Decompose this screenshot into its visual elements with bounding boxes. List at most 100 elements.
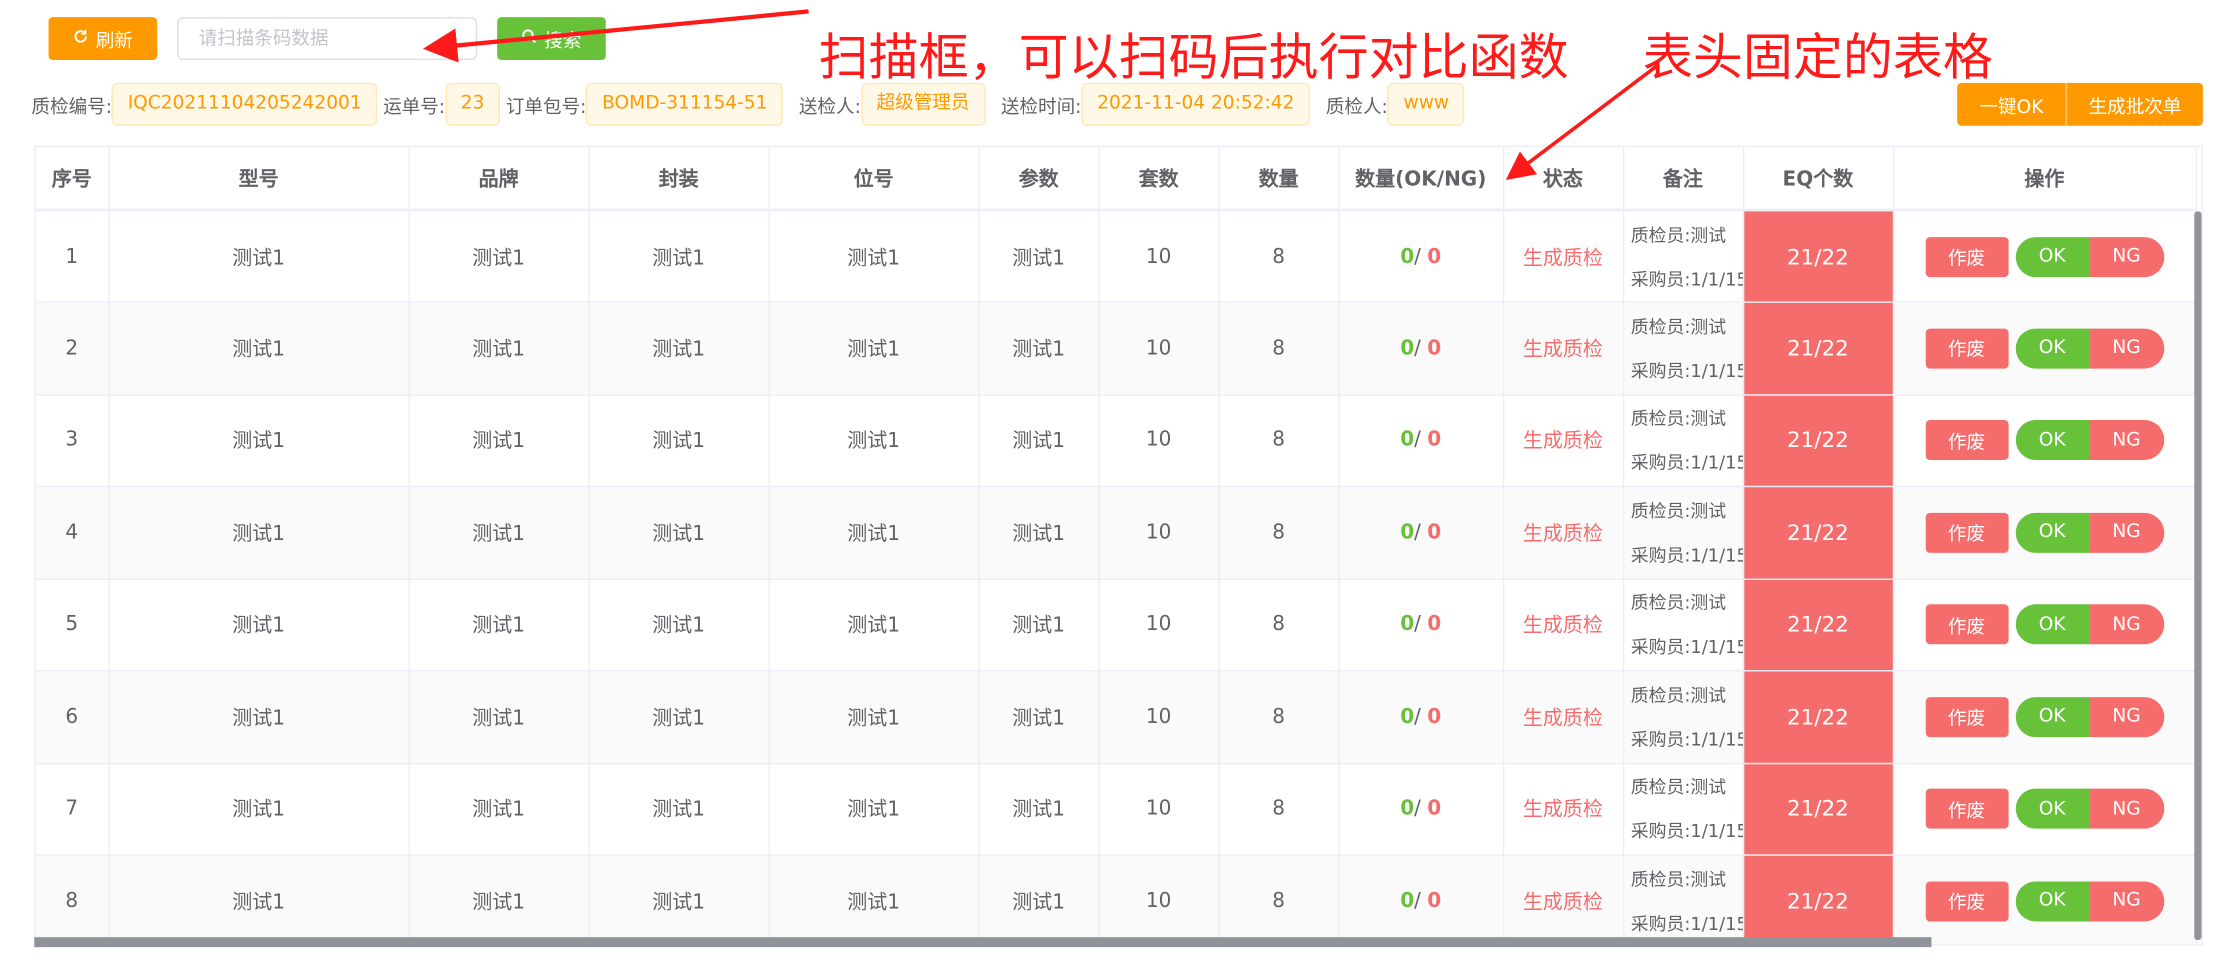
cell-status: 生成质检 bbox=[1502, 670, 1624, 764]
cell-eq-count: 21/22 bbox=[1742, 855, 1894, 945]
cell-note: 质检员:测试 采购员:1/1/15 bbox=[1622, 578, 1744, 672]
batch-actions: 一键OK 生成批次单 bbox=[1957, 82, 2203, 126]
search-button[interactable]: 搜索 bbox=[497, 17, 606, 61]
status-link[interactable]: 生成质检 bbox=[1523, 615, 1603, 638]
status-link[interactable]: 生成质检 bbox=[1523, 523, 1603, 546]
void-button[interactable]: 作废 bbox=[1925, 328, 2008, 369]
ng-button[interactable]: NG bbox=[2089, 788, 2164, 829]
cell-note: 质检员:测试 采购员:1/1/15 bbox=[1622, 486, 1744, 580]
column-header: 参数 bbox=[978, 147, 1100, 212]
cell-model: 测试1 bbox=[108, 302, 410, 396]
ok-ng-separator: / bbox=[1414, 245, 1421, 268]
status-link[interactable]: 生成质检 bbox=[1523, 246, 1603, 269]
ok-button[interactable]: OK bbox=[2015, 512, 2090, 553]
ok-button[interactable]: OK bbox=[2015, 328, 2090, 369]
cell-operations: 作废 OK NG bbox=[1892, 578, 2197, 672]
cell-param: 测试1 bbox=[978, 578, 1100, 672]
cell-ok-ng: 0/ 0 bbox=[1338, 486, 1504, 580]
status-link[interactable]: 生成质检 bbox=[1523, 707, 1603, 730]
ok-count: 0 bbox=[1400, 889, 1415, 913]
ok-ng-separator: / bbox=[1414, 613, 1421, 637]
ok-button[interactable]: OK bbox=[2015, 236, 2090, 277]
table-row: 3 测试1 测试1 测试1 测试1 测试1 10 8 0/ 0 生成质检 质检员:测试 采购员:1/1… bbox=[35, 394, 2197, 488]
cell-sets: 10 bbox=[1098, 394, 1220, 488]
refresh-button[interactable]: 刷新 bbox=[48, 17, 158, 61]
note-inspector: 质检员:测试 bbox=[1630, 407, 1727, 429]
cell-pos: 测试1 bbox=[768, 486, 980, 580]
waybill-tag: 23 bbox=[445, 82, 501, 126]
cell-status: 生成质检 bbox=[1502, 210, 1624, 303]
cell-no: 3 bbox=[35, 394, 110, 488]
cell-ok-ng: 0/ 0 bbox=[1338, 762, 1504, 856]
ok-button[interactable]: OK bbox=[2015, 420, 2090, 461]
ok-button[interactable]: OK bbox=[2015, 788, 2090, 829]
cell-pos: 测试1 bbox=[768, 578, 980, 672]
ng-button[interactable]: NG bbox=[2089, 512, 2164, 553]
cell-qty: 8 bbox=[1218, 855, 1340, 945]
cell-note: 质检员:测试 采购员:1/1/15 bbox=[1622, 302, 1744, 396]
ok-count: 0 bbox=[1400, 613, 1415, 637]
cell-operations: 作废 OK NG bbox=[1892, 302, 2197, 396]
void-button[interactable]: 作废 bbox=[1925, 881, 2008, 922]
cell-param: 测试1 bbox=[978, 486, 1100, 580]
cell-model: 测试1 bbox=[108, 855, 410, 945]
cell-model: 测试1 bbox=[108, 762, 410, 856]
vertical-scrollbar[interactable] bbox=[2194, 211, 2202, 941]
cell-no: 2 bbox=[35, 302, 110, 396]
cell-operations: 作废 OK NG bbox=[1892, 762, 2197, 856]
void-button[interactable]: 作废 bbox=[1925, 236, 2008, 277]
cell-qty: 8 bbox=[1218, 762, 1340, 856]
qc-no-tag: IQC20211104205242001 bbox=[111, 82, 378, 126]
cell-operations: 作废 OK NG bbox=[1892, 394, 2197, 488]
cell-pkg: 测试1 bbox=[588, 762, 770, 856]
cell-param: 测试1 bbox=[978, 302, 1100, 396]
cell-sets: 10 bbox=[1098, 855, 1220, 945]
note-inspector: 质检员:测试 bbox=[1630, 223, 1727, 246]
status-link[interactable]: 生成质检 bbox=[1523, 891, 1603, 914]
note-inspector: 质检员:测试 bbox=[1630, 868, 1727, 890]
ok-button[interactable]: OK bbox=[2015, 881, 2090, 922]
note-buyer: 采购员:1/1/15 bbox=[1630, 267, 1743, 290]
ok-ng-separator: / bbox=[1414, 705, 1421, 729]
horizontal-scrollbar[interactable] bbox=[34, 937, 1932, 948]
search-icon bbox=[521, 28, 537, 49]
status-link[interactable]: 生成质检 bbox=[1523, 430, 1603, 453]
ng-count: 0 bbox=[1427, 889, 1442, 913]
void-button[interactable]: 作废 bbox=[1925, 696, 2008, 737]
cell-qty: 8 bbox=[1218, 210, 1340, 303]
cell-sets: 10 bbox=[1098, 302, 1220, 396]
cell-sets: 10 bbox=[1098, 670, 1220, 764]
generate-batch-button[interactable]: 生成批次单 bbox=[2065, 82, 2203, 126]
ng-button[interactable]: NG bbox=[2089, 328, 2164, 369]
table-row: 5 测试1 测试1 测试1 测试1 测试1 10 8 0/ 0 生成质检 质检员:测试 采购员:1/1… bbox=[35, 578, 2197, 672]
ng-button[interactable]: NG bbox=[2089, 881, 2164, 922]
column-header: 封装 bbox=[588, 147, 770, 212]
refresh-icon bbox=[73, 28, 89, 49]
status-link[interactable]: 生成质检 bbox=[1523, 799, 1603, 822]
ng-button[interactable]: NG bbox=[2089, 604, 2164, 645]
cell-eq-count: 21/22 bbox=[1742, 394, 1894, 488]
ng-button[interactable]: NG bbox=[2089, 420, 2164, 461]
ng-button[interactable]: NG bbox=[2089, 236, 2164, 277]
status-link[interactable]: 生成质检 bbox=[1523, 338, 1603, 361]
ok-button[interactable]: OK bbox=[2015, 696, 2090, 737]
cell-eq-count: 21/22 bbox=[1742, 762, 1894, 856]
cell-param: 测试1 bbox=[978, 394, 1100, 488]
ng-count: 0 bbox=[1427, 428, 1442, 452]
data-table: 序号 型号 品牌 封装 位号 参数 套数 数量 数量(OK/NG) 状态 备注 EQ个数 操作 1 测试1… bbox=[34, 145, 2203, 946]
ok-button[interactable]: OK bbox=[2015, 604, 2090, 645]
scan-input[interactable] bbox=[177, 17, 478, 61]
refresh-label: 刷新 bbox=[95, 30, 133, 53]
column-header: 品牌 bbox=[408, 147, 590, 212]
void-button[interactable]: 作废 bbox=[1925, 788, 2008, 829]
void-button[interactable]: 作废 bbox=[1925, 512, 2008, 553]
cell-model: 测试1 bbox=[108, 210, 410, 303]
cell-ok-ng: 0/ 0 bbox=[1338, 302, 1504, 396]
ng-button[interactable]: NG bbox=[2089, 696, 2164, 737]
note-inspector: 质检员:测试 bbox=[1630, 776, 1727, 798]
cell-param: 测试1 bbox=[978, 210, 1100, 303]
void-button[interactable]: 作废 bbox=[1925, 420, 2008, 461]
void-button[interactable]: 作废 bbox=[1925, 604, 2008, 645]
cell-eq-count: 21/22 bbox=[1742, 578, 1894, 672]
order-pkg-tag: BOMD-311154-51 bbox=[586, 82, 784, 126]
